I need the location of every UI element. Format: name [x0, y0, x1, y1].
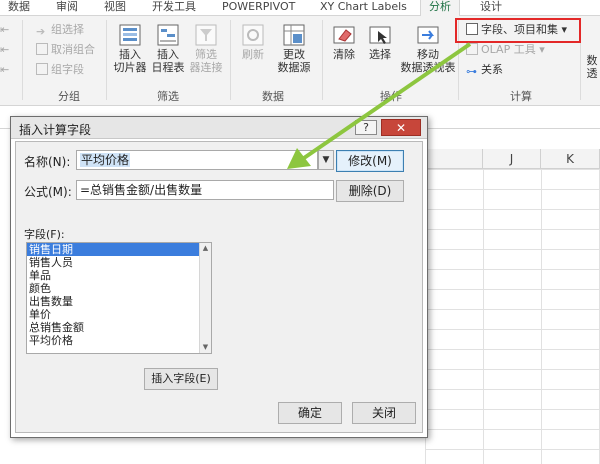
fields-listbox[interactable]: 销售日期 销售人员 单品 颜色 出售数量 单价 总销售金额 平均价格 ▲ ▼ — [26, 242, 212, 354]
slicer-icon — [119, 24, 141, 46]
move-pivot-label: 移动 数据透视表 — [400, 48, 456, 74]
formula-label: 公式(M): — [24, 185, 72, 199]
column-header-j[interactable]: J — [483, 149, 541, 169]
group-label-grouping: 分组 — [58, 90, 80, 103]
name-combobox[interactable]: 平均价格 — [76, 150, 318, 170]
group-separator — [22, 20, 23, 100]
tab-design[interactable]: 设计 — [480, 0, 502, 16]
name-label: 名称(N): — [24, 155, 71, 169]
refresh-button[interactable]: 刷新 — [236, 24, 270, 61]
group-label-filter: 筛选 — [157, 90, 179, 103]
scroll-down-icon[interactable]: ▼ — [200, 342, 211, 353]
select-icon — [369, 26, 391, 44]
list-item[interactable]: 单品 — [27, 269, 211, 282]
dialog-title: 插入计算字段 — [19, 123, 92, 137]
dialog-body: 名称(N): 平均价格 ▼ 修改(M) 公式(M): =总销售金额/出售数量 删… — [15, 141, 423, 433]
ungroup-label: 取消组合 — [51, 43, 95, 56]
insert-field-button[interactable]: 插入字段(E) — [144, 368, 218, 390]
eraser-icon — [333, 26, 355, 44]
group-field-label: 组字段 — [51, 63, 84, 76]
group-selection-label: 组选择 — [51, 23, 84, 36]
fields-label: 字段(F): — [24, 228, 65, 241]
scroll-up-icon[interactable]: ▲ — [200, 243, 211, 254]
insert-calculated-field-dialog: 插入计算字段 ? ✕ 名称(N): 平均价格 ▼ 修改(M) 公式(M): =总… — [10, 116, 428, 438]
truncated-button[interactable]: 数 透 — [584, 54, 600, 80]
group-label-data: 数据 — [262, 90, 284, 103]
list-item[interactable]: 出售数量 — [27, 295, 211, 308]
tab-developer[interactable]: 开发工具 — [152, 0, 196, 16]
refresh-label: 刷新 — [242, 48, 264, 61]
close-button[interactable]: 关闭 — [352, 402, 416, 424]
insert-timeline-button[interactable]: 插入 日程表 — [148, 24, 188, 74]
group-separator — [230, 20, 231, 100]
list-item[interactable]: 销售日期 — [27, 243, 211, 256]
ribbon-tab-bar: 数据 审阅 视图 开发工具 POWERPIVOT XY Chart Labels… — [0, 0, 600, 16]
ungroup-icon — [36, 43, 48, 55]
indent-icon: ⇤ — [0, 23, 10, 36]
refresh-icon — [242, 24, 264, 46]
relationships-icon: ⊶ — [466, 65, 477, 78]
group-selection-button[interactable]: ➔ 组选择 — [36, 22, 84, 38]
timeline-icon — [157, 24, 179, 46]
filter-connections-icon — [195, 24, 217, 46]
list-item[interactable]: 颜色 — [27, 282, 211, 295]
group-field-button[interactable]: 组字段 — [36, 62, 84, 78]
formula-input[interactable]: =总销售金额/出售数量 — [76, 180, 334, 200]
column-header — [425, 149, 483, 169]
tab-analyze[interactable]: 分析 — [420, 0, 460, 16]
ok-button[interactable]: 确定 — [278, 402, 342, 424]
chevron-down-icon[interactable]: ▼ — [318, 150, 334, 170]
change-source-icon — [283, 24, 305, 46]
truncated-label-2: 透 — [586, 67, 598, 80]
tab-powerpivot[interactable]: POWERPIVOT — [222, 0, 295, 16]
modify-button[interactable]: 修改(M) — [336, 150, 404, 172]
help-button[interactable]: ? — [355, 120, 377, 135]
outline-icon-2: ⇤ — [0, 63, 10, 76]
move-icon — [417, 26, 439, 44]
truncated-label-1: 数 — [586, 54, 598, 67]
select-label: 选择 — [369, 48, 391, 61]
filter-connections-button[interactable]: 筛选 器连接 — [188, 24, 224, 74]
olap-tools-label: OLAP 工具 — [481, 43, 536, 56]
group-field-icon — [36, 63, 48, 75]
change-data-source-label: 更改 数据源 — [277, 48, 311, 74]
outline-icon: ⇤ — [0, 43, 10, 56]
listbox-scrollbar[interactable]: ▲ ▼ — [199, 243, 211, 353]
move-pivot-button[interactable]: 移动 数据透视表 — [400, 24, 456, 74]
name-value: 平均价格 — [80, 153, 131, 167]
list-item[interactable]: 单价 — [27, 308, 211, 321]
delete-button[interactable]: 删除(D) — [336, 180, 404, 202]
column-header-k[interactable]: K — [541, 149, 600, 169]
arrow-right-icon: ➔ — [36, 25, 46, 38]
highlight-box — [455, 18, 581, 43]
tab-xy-chart-labels[interactable]: XY Chart Labels — [320, 0, 407, 16]
list-item[interactable]: 销售人员 — [27, 256, 211, 269]
tab-data[interactable]: 数据 — [8, 0, 30, 16]
ungroup-button[interactable]: 取消组合 — [36, 42, 95, 58]
insert-slicer-button[interactable]: 插入 切片器 — [112, 24, 148, 74]
olap-icon — [466, 43, 478, 55]
olap-tools-button[interactable]: OLAP 工具 ▾ — [466, 42, 545, 58]
clear-label: 清除 — [333, 48, 355, 61]
filter-connections-label: 筛选 器连接 — [189, 48, 223, 74]
group-label-actions: 操作 — [380, 90, 402, 103]
relationships-label: 关系 — [481, 63, 503, 76]
insert-slicer-label: 插入 切片器 — [113, 48, 147, 74]
group-separator — [106, 20, 107, 100]
tab-review[interactable]: 审阅 — [56, 0, 78, 16]
dropdown-arrow-icon: ▾ — [539, 43, 545, 56]
tab-view[interactable]: 视图 — [104, 0, 126, 16]
close-icon-button[interactable]: ✕ — [381, 119, 421, 136]
dialog-titlebar[interactable]: 插入计算字段 ? ✕ — [11, 117, 427, 139]
relationships-button[interactable]: ⊶ 关系 — [466, 62, 503, 78]
change-data-source-button[interactable]: 更改 数据源 — [272, 24, 316, 74]
cell-gridlines[interactable] — [425, 169, 600, 464]
insert-timeline-label: 插入 日程表 — [151, 48, 185, 74]
list-item[interactable]: 平均价格 — [27, 334, 211, 347]
select-button[interactable]: 选择 — [364, 24, 396, 61]
clear-button[interactable]: 清除 — [328, 24, 360, 61]
group-label-calculations: 计算 — [510, 90, 532, 103]
group-separator — [322, 20, 323, 100]
list-item[interactable]: 总销售金额 — [27, 321, 211, 334]
